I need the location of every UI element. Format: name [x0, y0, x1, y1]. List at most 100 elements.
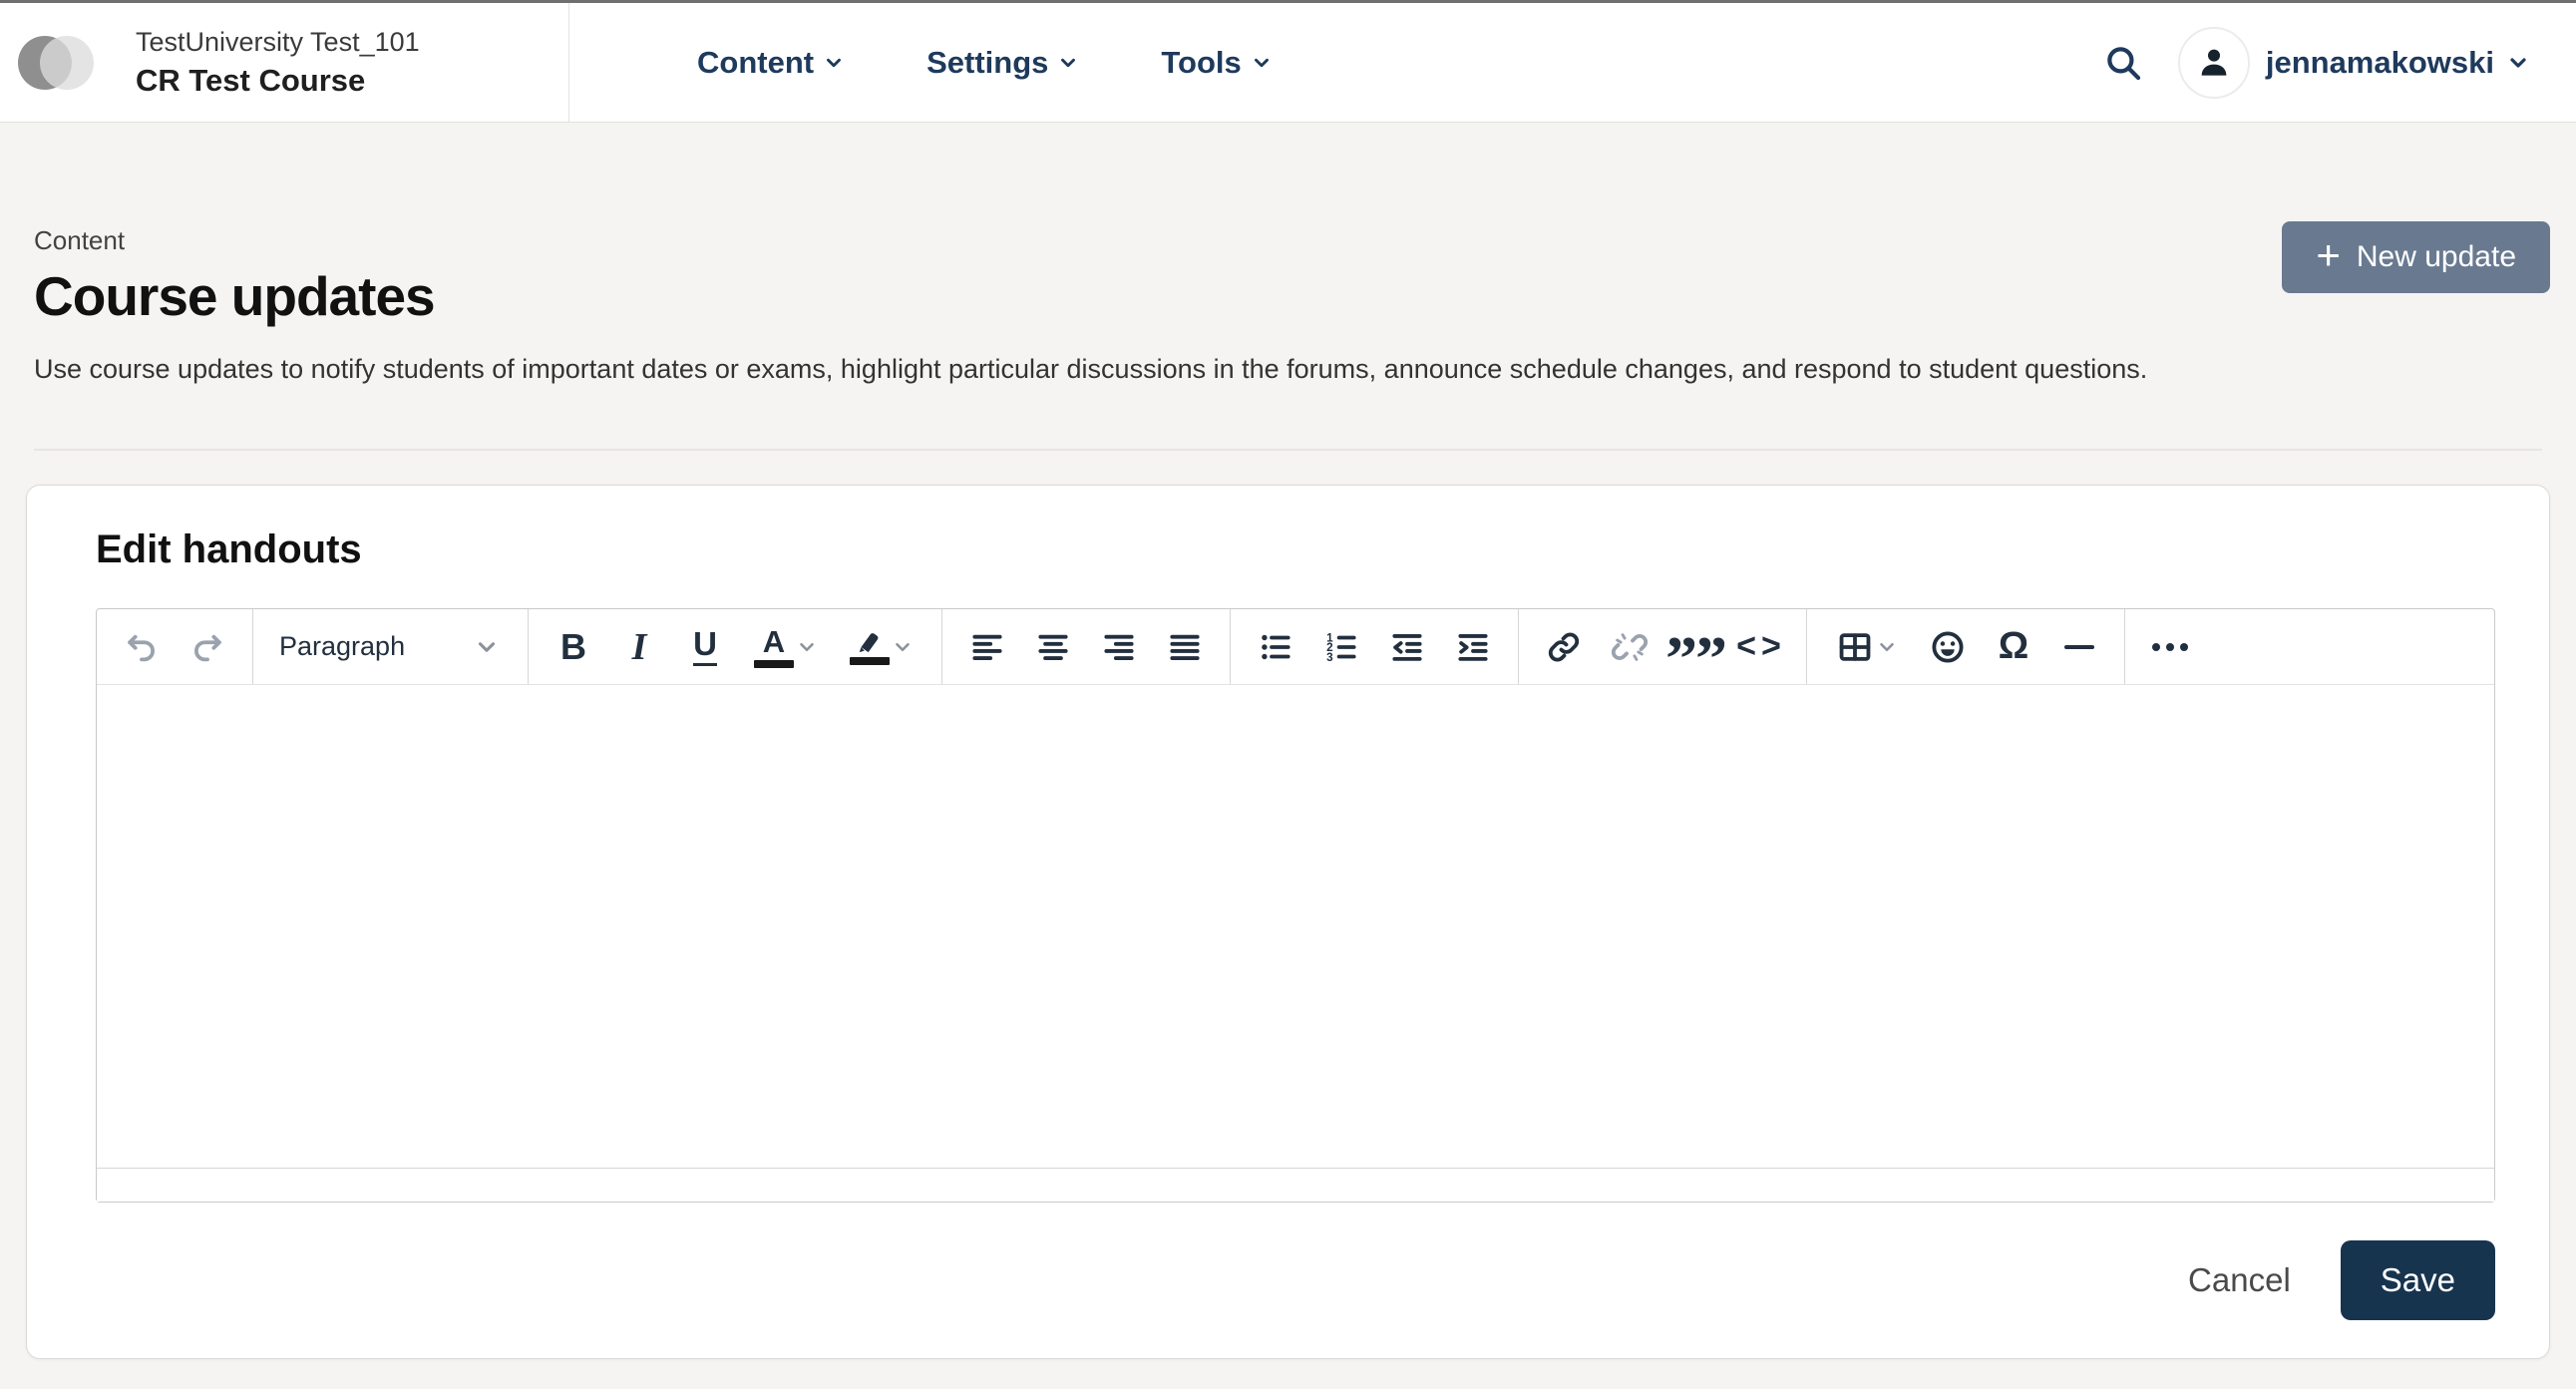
outdent-icon: [1388, 628, 1426, 666]
plus-icon: +: [2316, 234, 2341, 276]
card-actions: Cancel Save: [96, 1240, 2495, 1320]
page-head-text: Content Course updates Use course update…: [34, 225, 2147, 385]
cancel-button[interactable]: Cancel: [2188, 1261, 2291, 1299]
editor-status-bar: [97, 1168, 2494, 1202]
indent-icon: [1454, 628, 1492, 666]
text-color-button[interactable]: A: [740, 615, 832, 679]
page-title: Course updates: [34, 264, 2147, 328]
outdent-button[interactable]: [1376, 615, 1438, 679]
main-nav: Content Settings Tools: [697, 3, 1273, 122]
code-icon: <>: [1736, 627, 1786, 666]
italic-icon: I: [632, 625, 647, 669]
chevron-down-icon: [474, 634, 500, 660]
nav-content-label: Content: [697, 45, 814, 81]
new-update-button[interactable]: + New update: [2282, 221, 2550, 293]
indent-button[interactable]: [1442, 615, 1504, 679]
card-title: Edit handouts: [96, 527, 2495, 572]
text-color-swatch: [754, 660, 794, 668]
link-icon: [1545, 628, 1583, 666]
person-icon: [2194, 43, 2234, 83]
highlighter-icon: [855, 628, 885, 654]
align-center-button[interactable]: [1022, 615, 1084, 679]
page-description: Use course updates to notify students of…: [34, 354, 2147, 385]
numbered-list-icon: 1 2 3: [1322, 628, 1360, 666]
undo-button[interactable]: [111, 615, 173, 679]
redo-icon: [188, 628, 226, 666]
nav-tools[interactable]: Tools: [1161, 45, 1272, 81]
highlight-color-button[interactable]: [836, 615, 927, 679]
underline-icon: U: [693, 627, 717, 666]
more-options-button[interactable]: [2139, 615, 2201, 679]
blockquote-button[interactable]: ””: [1664, 615, 1726, 679]
bold-button[interactable]: B: [543, 615, 604, 679]
undo-icon: [123, 628, 161, 666]
bold-icon: B: [560, 626, 586, 668]
horizontal-rule-button[interactable]: [2048, 615, 2110, 679]
org-logo-icon: [18, 36, 94, 90]
code-button[interactable]: <>: [1730, 615, 1792, 679]
redo-button[interactable]: [177, 615, 238, 679]
link-group: ”” <>: [1519, 609, 1806, 684]
nav-settings[interactable]: Settings: [926, 45, 1079, 81]
header-actions: jennamakowski: [2102, 3, 2576, 122]
course-brand[interactable]: TestUniversity Test_101 CR Test Course: [0, 3, 569, 122]
rich-text-editor: Paragraph B I U: [96, 608, 2495, 1203]
list-group: 1 2 3: [1231, 609, 1518, 684]
underline-button[interactable]: U: [674, 615, 736, 679]
align-justify-icon: [1166, 628, 1204, 666]
chevron-down-icon: [1251, 52, 1273, 74]
history-group: [97, 609, 252, 684]
chevron-down-icon: [823, 52, 845, 74]
new-update-label: New update: [2357, 240, 2516, 274]
align-right-button[interactable]: [1088, 615, 1150, 679]
text-style-group: B I U A: [529, 609, 941, 684]
remove-link-button[interactable]: [1599, 615, 1660, 679]
user-menu[interactable]: jennamakowski: [2266, 45, 2530, 81]
align-center-icon: [1034, 628, 1072, 666]
format-select-value: Paragraph: [279, 631, 405, 662]
search-icon: [2102, 42, 2144, 84]
text-color-icon: A: [763, 626, 785, 657]
italic-button[interactable]: I: [608, 615, 670, 679]
section-divider: [34, 449, 2542, 451]
course-name: CR Test Course: [136, 63, 420, 99]
nav-content[interactable]: Content: [697, 45, 845, 81]
save-button[interactable]: Save: [2341, 1240, 2495, 1320]
align-left-button[interactable]: [956, 615, 1018, 679]
insert-link-button[interactable]: [1533, 615, 1595, 679]
table-icon: [1836, 628, 1874, 666]
align-group: [942, 609, 1230, 684]
align-right-icon: [1100, 628, 1138, 666]
username: jennamakowski: [2266, 45, 2494, 81]
search-button[interactable]: [2102, 42, 2144, 84]
chevron-down-icon: [796, 636, 818, 658]
edit-handouts-card: Edit handouts Paragraph: [26, 485, 2550, 1359]
avatar[interactable]: [2178, 27, 2250, 99]
emoji-icon: [1929, 628, 1967, 666]
special-character-button[interactable]: Ω: [1983, 615, 2044, 679]
app-header: TestUniversity Test_101 CR Test Course C…: [0, 3, 2576, 123]
chevron-down-icon: [892, 636, 914, 658]
blockquote-icon: ””: [1665, 653, 1725, 666]
editor-content-area[interactable]: [97, 685, 2494, 1168]
insert-group: Ω: [1807, 609, 2124, 684]
ellipsis-icon: [2152, 643, 2188, 651]
omega-icon: Ω: [1999, 625, 2028, 668]
bullet-list-button[interactable]: [1245, 615, 1306, 679]
emoji-button[interactable]: [1917, 615, 1979, 679]
horizontal-rule-icon: [2064, 645, 2094, 649]
format-group: Paragraph: [253, 609, 528, 684]
overflow-group: [2125, 609, 2215, 684]
main-content: Content Course updates Use course update…: [0, 123, 2576, 1359]
numbered-list-button[interactable]: 1 2 3: [1310, 615, 1372, 679]
format-select[interactable]: Paragraph: [267, 615, 514, 679]
align-left-icon: [968, 628, 1006, 666]
align-justify-button[interactable]: [1154, 615, 1216, 679]
breadcrumb: Content: [34, 225, 2147, 256]
chevron-down-icon: [1876, 636, 1898, 658]
table-button[interactable]: [1821, 615, 1913, 679]
svg-text:3: 3: [1326, 650, 1333, 663]
editor-toolbar: Paragraph B I U: [97, 609, 2494, 685]
chevron-down-icon: [2506, 51, 2530, 75]
highlight-color-swatch: [850, 657, 890, 665]
